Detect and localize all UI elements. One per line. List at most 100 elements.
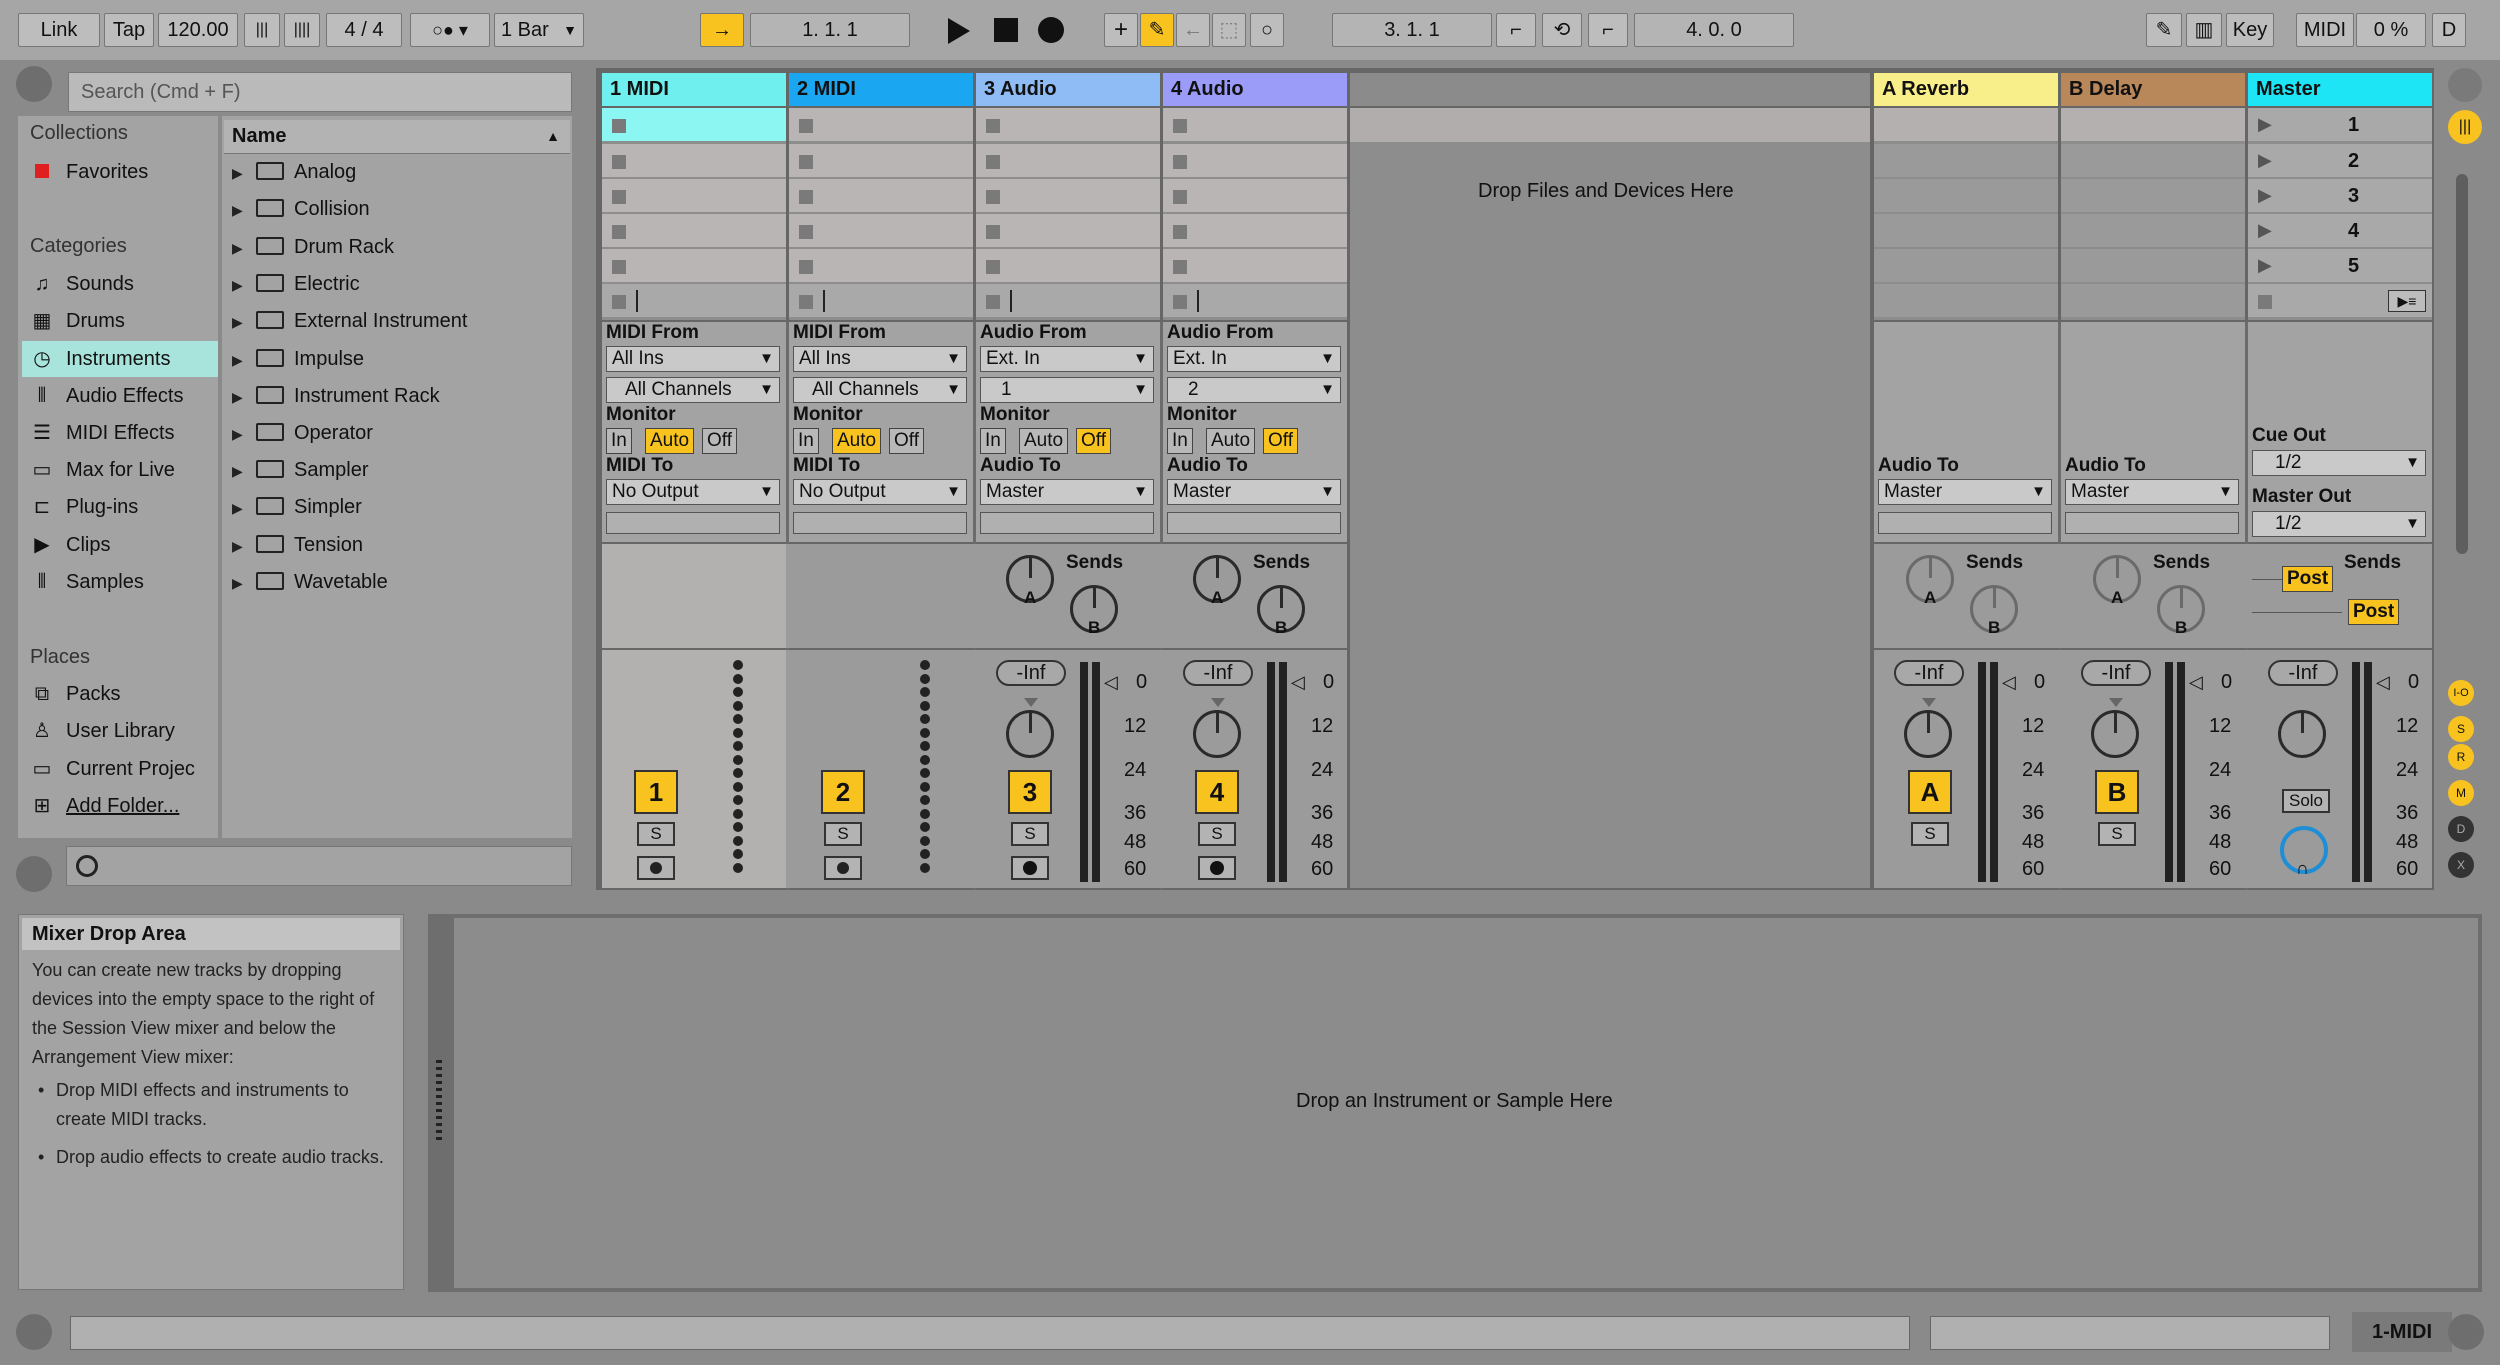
track-volume-value[interactable]: -Inf <box>2081 660 2151 686</box>
list-item[interactable]: ▶ Wavetable <box>232 564 388 600</box>
solo-button[interactable]: S <box>1198 822 1236 846</box>
nudge-up-icon[interactable]: |||| <box>284 13 320 47</box>
stop-button-icon[interactable] <box>799 119 813 133</box>
headphones-icon[interactable] <box>76 855 98 877</box>
clip-slot[interactable] <box>1163 144 1347 178</box>
loop-length-field[interactable]: 4. 0. 0 <box>1634 13 1794 47</box>
midi-channel-dropdown[interactable]: All Channels <box>793 377 967 403</box>
stop-all-clips-slot[interactable]: ▶≡ <box>2248 284 2432 318</box>
stop-button-icon[interactable] <box>799 225 813 239</box>
clip-slot[interactable] <box>602 179 786 213</box>
track-stop-slot[interactable] <box>1163 284 1347 318</box>
clip-slot[interactable] <box>1874 144 2058 178</box>
list-item[interactable]: ▶ Simpler <box>232 489 362 525</box>
stop-icon[interactable] <box>994 18 1018 42</box>
sidebar-item-packs[interactable]: ⧉ Packs <box>30 676 121 712</box>
stop-button-icon[interactable] <box>799 190 813 204</box>
clip-slot[interactable] <box>602 144 786 178</box>
track-header-2-midi[interactable]: 2 MIDI <box>789 73 973 106</box>
list-item[interactable]: ▶ Operator <box>232 415 373 451</box>
info-view-toggle-icon[interactable] <box>16 1314 52 1350</box>
stop-button-icon[interactable] <box>986 225 1000 239</box>
sidebar-item-drums[interactable]: ▦ Drums <box>30 303 125 339</box>
list-item[interactable]: ▶ Collision <box>232 191 370 227</box>
clip-slot[interactable] <box>976 179 1160 213</box>
clip-slot[interactable] <box>2061 179 2245 213</box>
monitor-off-button[interactable]: Off <box>702 428 737 454</box>
monitor-auto-button[interactable]: Auto <box>832 428 882 454</box>
list-item[interactable]: ▶ Electric <box>232 266 360 302</box>
sidebar-item-max-for-live[interactable]: ▭ Max for Live <box>30 452 175 488</box>
sidebar-item-user-library[interactable]: ♙ User Library <box>30 713 175 749</box>
input-channel-dropdown[interactable]: 1 <box>980 377 1154 403</box>
new-scene-icon[interactable]: ▶≡ <box>2388 290 2426 312</box>
solo-button[interactable]: S <box>2098 822 2136 846</box>
clip-slot[interactable] <box>1163 214 1347 248</box>
volume-fader-icon[interactable]: ◁ <box>2376 672 2390 693</box>
solo-button[interactable]: S <box>824 822 862 846</box>
pan-knob[interactable] <box>1006 710 1054 758</box>
midi-to-channel-field[interactable] <box>793 512 967 534</box>
monitor-in-button[interactable]: In <box>980 428 1006 454</box>
name-column-header[interactable]: Name ▲ <box>224 120 570 154</box>
pan-knob[interactable] <box>2091 710 2139 758</box>
play-icon[interactable] <box>948 18 970 44</box>
arm-button[interactable] <box>824 856 862 880</box>
detail-view-toggle-icon[interactable] <box>2448 1314 2484 1350</box>
scene-launch[interactable]: ▶ 1 <box>2248 108 2432 142</box>
stop-button-icon[interactable] <box>986 260 1000 274</box>
midi-to-dropdown[interactable]: No Output <box>606 479 780 505</box>
quantize-dropdown[interactable]: 1 Bar ▼ <box>494 13 584 47</box>
time-signature-field[interactable]: 4 / 4 <box>326 13 402 47</box>
sidebar-item-samples[interactable]: ⫴ Samples <box>30 564 144 600</box>
sidebar-item-favorites[interactable]: Favorites <box>30 154 148 190</box>
track-header-b-delay[interactable]: B Delay <box>2061 73 2245 106</box>
audio-to-dropdown[interactable]: Master <box>1878 479 2052 505</box>
browser-toggle-icon[interactable] <box>16 66 52 102</box>
capture-button[interactable]: ⬚ <box>1212 13 1246 47</box>
monitor-auto-button[interactable]: Auto <box>1019 428 1069 454</box>
nudge-down-icon[interactable]: ||| <box>244 13 280 47</box>
track-activator-button[interactable]: 3 <box>1008 770 1052 814</box>
loop-start-field[interactable]: 3. 1. 1 <box>1332 13 1492 47</box>
stop-button-icon[interactable] <box>612 225 626 239</box>
stop-button-icon[interactable] <box>986 155 1000 169</box>
pan-knob[interactable] <box>1193 710 1241 758</box>
overdub-button[interactable]: + <box>1104 13 1138 47</box>
stop-button-icon[interactable] <box>1173 119 1187 133</box>
monitor-in-button[interactable]: In <box>1167 428 1193 454</box>
drop-files-area[interactable]: Drop Files and Devices Here <box>1350 108 1870 888</box>
track-volume-value[interactable]: -Inf <box>1894 660 1964 686</box>
clip-slot[interactable] <box>1874 284 2058 318</box>
monitor-off-button[interactable]: Off <box>1076 428 1111 454</box>
stop-all-icon[interactable] <box>612 295 626 309</box>
scene-launch[interactable]: ▶ 3 <box>2248 179 2432 213</box>
clip-slot[interactable] <box>789 249 973 283</box>
stop-button-icon[interactable] <box>799 260 813 274</box>
tap-button[interactable]: Tap <box>104 13 154 47</box>
list-item[interactable]: ▶ Tension <box>232 527 363 563</box>
clip-slot[interactable] <box>976 214 1160 248</box>
track-activator-button[interactable]: B <box>2095 770 2139 814</box>
master-volume-value[interactable]: -Inf <box>2268 660 2338 686</box>
solo-button[interactable]: S <box>637 822 675 846</box>
volume-fader-icon[interactable]: ◁ <box>1104 672 1118 693</box>
clip-slot[interactable] <box>789 144 973 178</box>
audio-from-dropdown[interactable]: Ext. In <box>1167 346 1341 372</box>
arm-button[interactable] <box>1011 856 1049 880</box>
midi-from-dropdown[interactable]: All Ins <box>793 346 967 372</box>
sidebar-item-instruments[interactable]: ◷ Instruments <box>30 341 170 377</box>
midi-map-button[interactable]: MIDI <box>2296 13 2354 47</box>
stop-button-icon[interactable] <box>986 119 1000 133</box>
stop-button-icon[interactable] <box>986 190 1000 204</box>
loop-switch-button[interactable]: ⟲ <box>1542 13 1582 47</box>
monitor-auto-button[interactable]: Auto <box>645 428 695 454</box>
midi-to-channel-field[interactable] <box>606 512 780 534</box>
sidebar-item-clips[interactable]: ▶ Clips <box>30 527 110 563</box>
track-activator-button[interactable]: 1 <box>634 770 678 814</box>
monitor-auto-button[interactable]: Auto <box>1206 428 1256 454</box>
stop-button-icon[interactable] <box>799 155 813 169</box>
list-item[interactable]: ▶ Drum Rack <box>232 229 394 265</box>
draw-mode-button[interactable]: ✎ <box>2146 13 2182 47</box>
solo-button[interactable]: S <box>1011 822 1049 846</box>
